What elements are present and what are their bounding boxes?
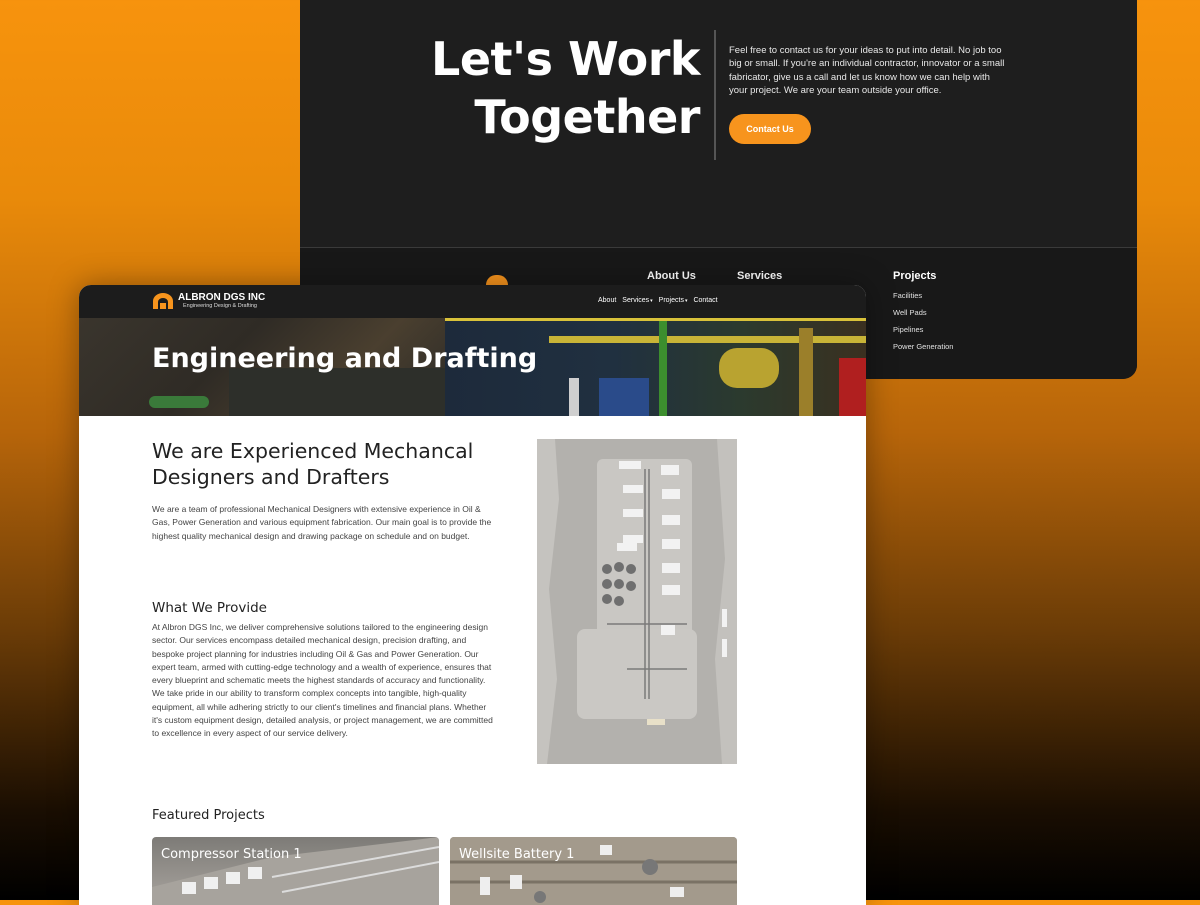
main-page-window: ALBRON DGS INC Engineering Design & Draf…	[79, 285, 866, 905]
footer-heading-services[interactable]: Services	[737, 270, 782, 282]
footer-heading-projects: Projects	[893, 270, 937, 282]
footer-link-facilities[interactable]: Facilities	[893, 290, 953, 307]
provide-heading: What We Provide	[152, 600, 267, 616]
cta-title-line1: Let's Work	[431, 32, 700, 86]
brand-tagline: Engineering Design & Drafting	[183, 303, 257, 309]
footer-logo[interactable]	[486, 275, 508, 285]
project-name: Wellsite Battery 1	[459, 847, 575, 862]
nav-link-about-label: About	[598, 297, 617, 304]
featured-projects-heading: Featured Projects	[152, 808, 265, 823]
cta-title-line2: Together	[474, 90, 700, 144]
nav-menu: About Services ▾ Projects ▾ Contact	[598, 297, 718, 304]
brand-name[interactable]: ALBRON DGS INC	[178, 292, 265, 303]
cta-description: Feel free to contact us for your ideas t…	[729, 45, 1005, 96]
chevron-down-icon: ▾	[684, 297, 688, 304]
footer-link-power-generation[interactable]: Power Generation	[893, 341, 953, 358]
hero-pipe	[839, 358, 866, 416]
facility-aerial-image	[537, 439, 737, 764]
hero-pipe	[659, 321, 667, 416]
footer-projects-list: Facilities Well Pads Pipelines Power Gen…	[893, 290, 953, 358]
hero-pipe	[549, 336, 866, 343]
nav-link-services[interactable]: Services ▾	[622, 297, 652, 304]
hero-title: Engineering and Drafting	[152, 343, 538, 374]
intro-heading: We are Experienced Mechancal Designers a…	[152, 439, 474, 489]
contact-us-button[interactable]: Contact Us	[729, 114, 811, 144]
nav-link-projects[interactable]: Projects ▾	[659, 297, 688, 304]
nav-link-contact-label: Contact	[693, 297, 718, 304]
cta-title: Let's Work Together	[360, 30, 700, 146]
nav-link-about[interactable]: About	[598, 297, 616, 304]
hero-pipe	[149, 396, 209, 408]
hero-equipment	[599, 378, 649, 416]
project-card-wellsite-battery-1[interactable]: Wellsite Battery 1	[450, 837, 737, 905]
nav-link-projects-label: Projects	[658, 297, 684, 304]
footer-link-well-pads[interactable]: Well Pads	[893, 307, 953, 324]
intro-paragraph: We are a team of professional Mechanical…	[152, 504, 492, 541]
chevron-down-icon: ▾	[650, 297, 653, 304]
project-name: Compressor Station 1	[161, 847, 302, 862]
footer-link-pipelines[interactable]: Pipelines	[893, 324, 953, 341]
project-card-compressor-station-1[interactable]: Compressor Station 1	[152, 837, 439, 905]
provide-paragraph: At Albron DGS Inc, we deliver comprehens…	[152, 622, 493, 739]
hero-equipment	[719, 348, 779, 388]
hero-pipe	[569, 378, 579, 416]
navbar: ALBRON DGS INC Engineering Design & Draf…	[79, 285, 866, 318]
hero-image-mid	[229, 368, 445, 416]
cta-divider	[714, 30, 716, 160]
hero-banner: Engineering and Drafting	[79, 318, 866, 416]
hero-pipe	[445, 318, 866, 321]
hero-pipe	[799, 328, 813, 416]
nav-link-contact[interactable]: Contact	[693, 297, 717, 304]
brand-logo-icon[interactable]	[152, 292, 174, 310]
footer-heading-about[interactable]: About Us	[647, 270, 696, 282]
nav-link-services-label: Services	[622, 297, 650, 304]
